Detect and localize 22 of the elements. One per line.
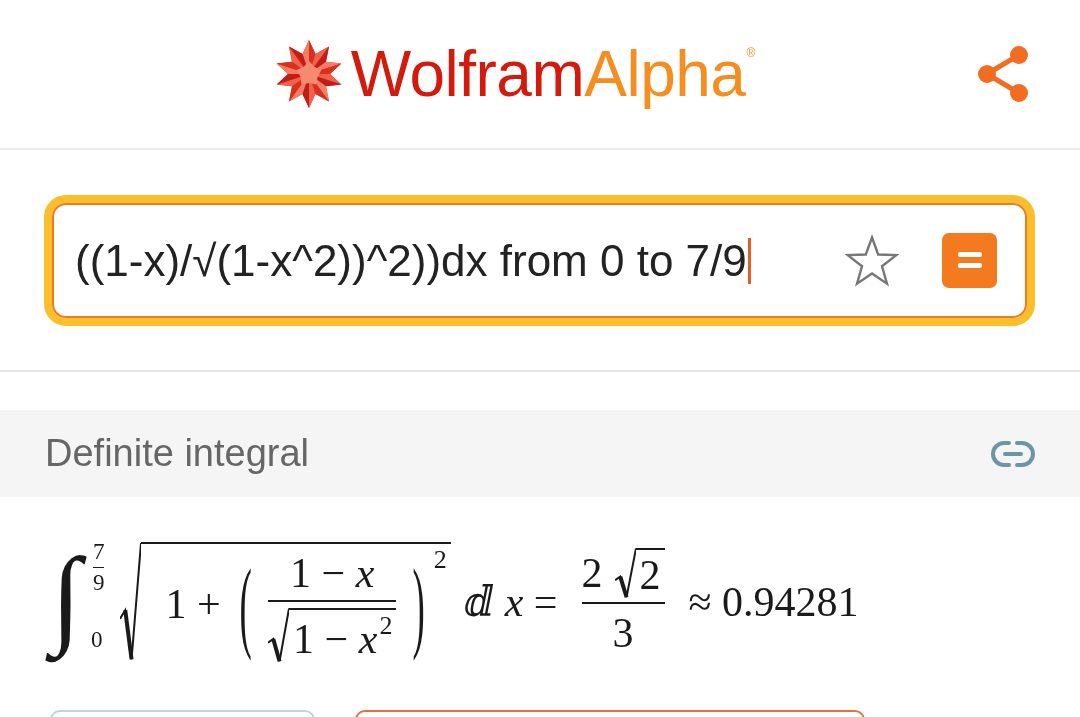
exponent: 2: [379, 611, 393, 641]
math-term: ≈ 0.94281: [688, 578, 859, 626]
share-icon[interactable]: [978, 46, 1028, 102]
logo-text: Wolfram: [350, 42, 585, 106]
radicand: 2: [639, 552, 661, 599]
denominator: 3: [612, 609, 634, 656]
radicand: 1 − x: [293, 615, 378, 662]
numerator: 7: [92, 539, 105, 565]
registered-mark: ®: [746, 46, 756, 60]
section-title: Definite integral: [45, 432, 310, 475]
radicand: 1 +: [165, 580, 221, 628]
star-logo-icon: [274, 40, 343, 108]
exponent: 2: [433, 546, 447, 575]
outlined-button[interactable]: [355, 710, 865, 717]
integral-sign: ∫: [37, 531, 91, 673]
denominator: 9: [92, 570, 105, 596]
numerator: 2: [581, 550, 603, 597]
lower-limit: 0: [90, 627, 103, 653]
outlined-button[interactable]: [50, 710, 315, 717]
link-icon[interactable]: [990, 439, 1036, 468]
numerator: 1 − x: [290, 550, 375, 597]
math-term: ⅆ x =: [464, 578, 558, 626]
